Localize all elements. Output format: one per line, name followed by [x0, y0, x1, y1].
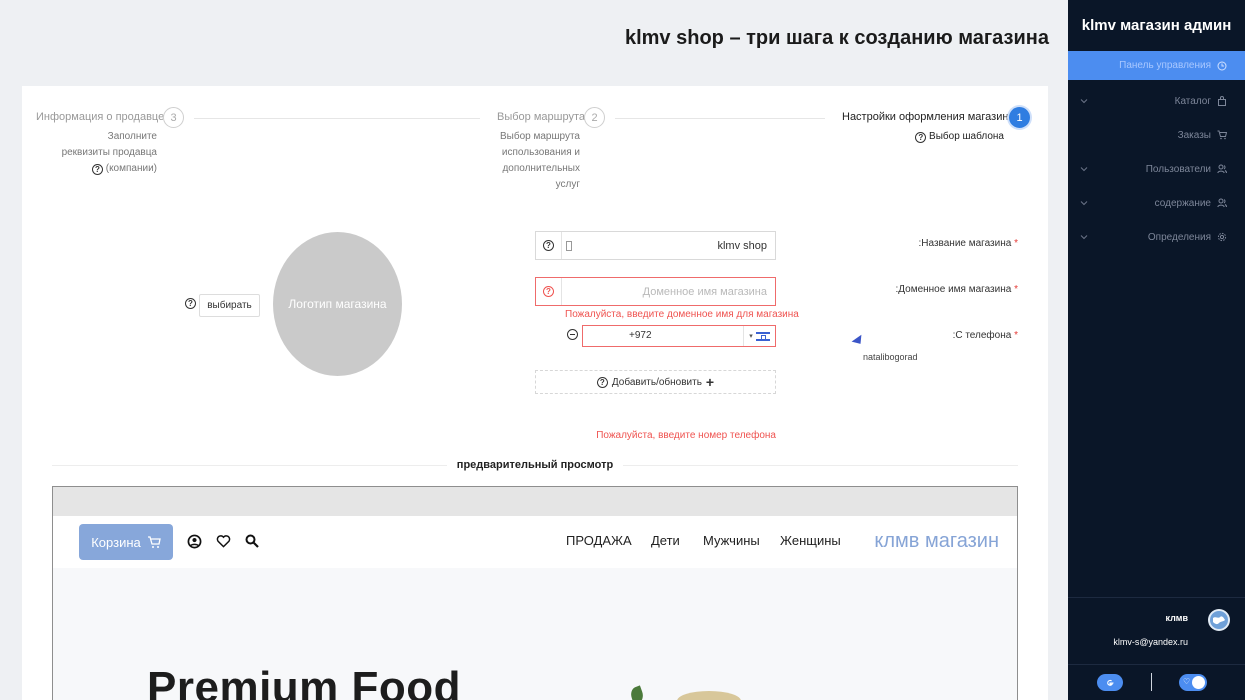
google-icon	[1107, 679, 1114, 686]
theme-toggle[interactable]: ♡	[1179, 674, 1207, 691]
avatar-image	[1210, 611, 1228, 629]
step-2-circle[interactable]: 2	[584, 107, 605, 128]
step-3-description: Заполните реквизиты продавца ? (компании…	[61, 131, 157, 175]
mouse-cursor-icon	[851, 334, 866, 348]
sidebar-item-settings[interactable]: Определения	[1068, 220, 1245, 254]
sidebar: klmv магазин админ Панель управления Кат…	[1068, 0, 1245, 700]
chevron-down-icon	[1080, 167, 1088, 172]
sidebar-item-orders[interactable]: Заказы	[1068, 118, 1245, 152]
country-select[interactable]: ▾	[743, 326, 775, 346]
preview-brand-logo[interactable]: клмв магазин	[874, 530, 999, 553]
gear-icon	[1217, 232, 1227, 242]
step-3-circle[interactable]: 3	[163, 107, 184, 128]
domain-field[interactable]: ? Доменное имя магазина	[535, 277, 776, 306]
preview-hero-title: Premium Food	[147, 663, 462, 700]
avatar[interactable]	[1208, 609, 1230, 631]
user-email: klmv-s@yandex.ru	[1113, 637, 1188, 647]
preview-navbar: Корзина ПРОДАЖА Дети Мужчины Женщины клм…	[53, 516, 1017, 568]
domain-label: :Доменное имя магазина *	[895, 284, 1018, 295]
food-bowl-image	[677, 691, 741, 700]
step-2-label[interactable]: Выбор маршрута	[497, 111, 585, 123]
account-icon[interactable]	[186, 533, 202, 549]
step-2-description: Выбор маршрута использования и дополните…	[500, 131, 580, 190]
remove-phone-icon[interactable]	[567, 329, 578, 340]
users-icon	[1217, 164, 1227, 174]
heart-icon[interactable]	[215, 533, 231, 549]
help-icon-wrap: ?	[536, 232, 562, 259]
users-icon	[1217, 198, 1227, 208]
store-name-field[interactable]: ? klmv shop	[535, 231, 776, 260]
preview-nav-sale[interactable]: ПРОДАЖА	[566, 533, 632, 548]
help-icon[interactable]: ?	[915, 132, 927, 143]
sidebar-footer: ♡	[1068, 665, 1245, 700]
sidebar-user[interactable]: клмв klmv-s@yandex.ru	[1068, 598, 1245, 664]
cart-icon	[1217, 130, 1227, 140]
help-icon: ?	[596, 376, 608, 388]
leaf-image	[628, 685, 646, 700]
sidebar-item-content[interactable]: содержание	[1068, 186, 1245, 220]
help-icon[interactable]: ?	[185, 298, 196, 309]
preview-cart-button[interactable]: Корзина	[79, 524, 173, 560]
step-1-description: ? Выбор шаблона	[902, 129, 1004, 145]
preview-title: предварительный просмотр	[22, 459, 1048, 471]
store-logo-placeholder[interactable]: Логотип магазина	[273, 232, 402, 376]
page-title: klmv shop – три шага к созданию магазина	[624, 27, 1049, 49]
clock-icon	[1217, 61, 1227, 70]
store-preview: Корзина ПРОДАЖА Дети Мужчины Женщины клм…	[52, 486, 1018, 700]
bag-icon	[1218, 96, 1226, 106]
wizard-card: Информация о продавце 3 Заполните реквиз…	[22, 86, 1048, 700]
toggle-knob	[1192, 676, 1205, 689]
phone-value: +972	[629, 330, 652, 341]
domain-error: Пожалуйста, введите доменное имя для маг…	[565, 309, 799, 320]
preview-nav-men[interactable]: Мужчины	[703, 533, 760, 548]
sidebar-item-dashboard[interactable]: Панель управления	[1068, 51, 1245, 80]
footer-divider	[1151, 673, 1152, 691]
step-1-label[interactable]: Настройки оформления магазина	[842, 111, 1015, 123]
step-connector	[615, 118, 825, 119]
text-field-icon	[566, 241, 572, 251]
domain-placeholder: Доменное имя магазина	[642, 285, 767, 298]
step-1-circle[interactable]: 1	[1009, 107, 1030, 128]
search-icon[interactable]	[244, 533, 260, 549]
preview-nav-women[interactable]: Женщины	[780, 533, 841, 548]
caret-down-icon: ▾	[749, 333, 753, 340]
phone-label: :С телефона *	[952, 330, 1018, 341]
store-name-label: :Название магазина *	[918, 238, 1019, 249]
pick-logo-button[interactable]: выбирать	[199, 294, 260, 317]
sidebar-title: klmv магазин админ	[1081, 17, 1232, 34]
preview-nav-kids[interactable]: Дети	[651, 533, 680, 548]
store-name-value: klmv shop	[717, 239, 767, 252]
step-connector	[194, 118, 480, 119]
chevron-down-icon	[1080, 201, 1088, 206]
cursor-username: natalibogorad	[863, 352, 918, 362]
plus-icon: +	[705, 374, 715, 390]
add-update-button[interactable]: ? Добавить/обновить +	[535, 370, 776, 394]
sidebar-item-users[interactable]: Пользователи	[1068, 152, 1245, 186]
user-name: клмв	[1165, 613, 1188, 623]
step-3-label[interactable]: Информация о продавце	[36, 111, 164, 123]
chevron-down-icon	[1080, 99, 1088, 104]
sidebar-item-catalog[interactable]: Каталог	[1068, 84, 1245, 118]
help-icon[interactable]: ?	[91, 164, 103, 175]
preview-topbar	[53, 487, 1017, 516]
phone-input[interactable]: +972 ▾	[582, 325, 776, 347]
help-icon[interactable]: ?	[543, 240, 554, 251]
cart-icon	[147, 535, 161, 548]
bulb-icon: ♡	[1183, 677, 1191, 686]
israel-flag-icon	[755, 331, 770, 341]
help-icon[interactable]: ?	[543, 286, 554, 297]
chevron-down-icon	[1080, 235, 1088, 240]
phone-error: Пожалуйста, введите номер телефона	[596, 430, 776, 441]
google-button[interactable]	[1097, 674, 1123, 691]
